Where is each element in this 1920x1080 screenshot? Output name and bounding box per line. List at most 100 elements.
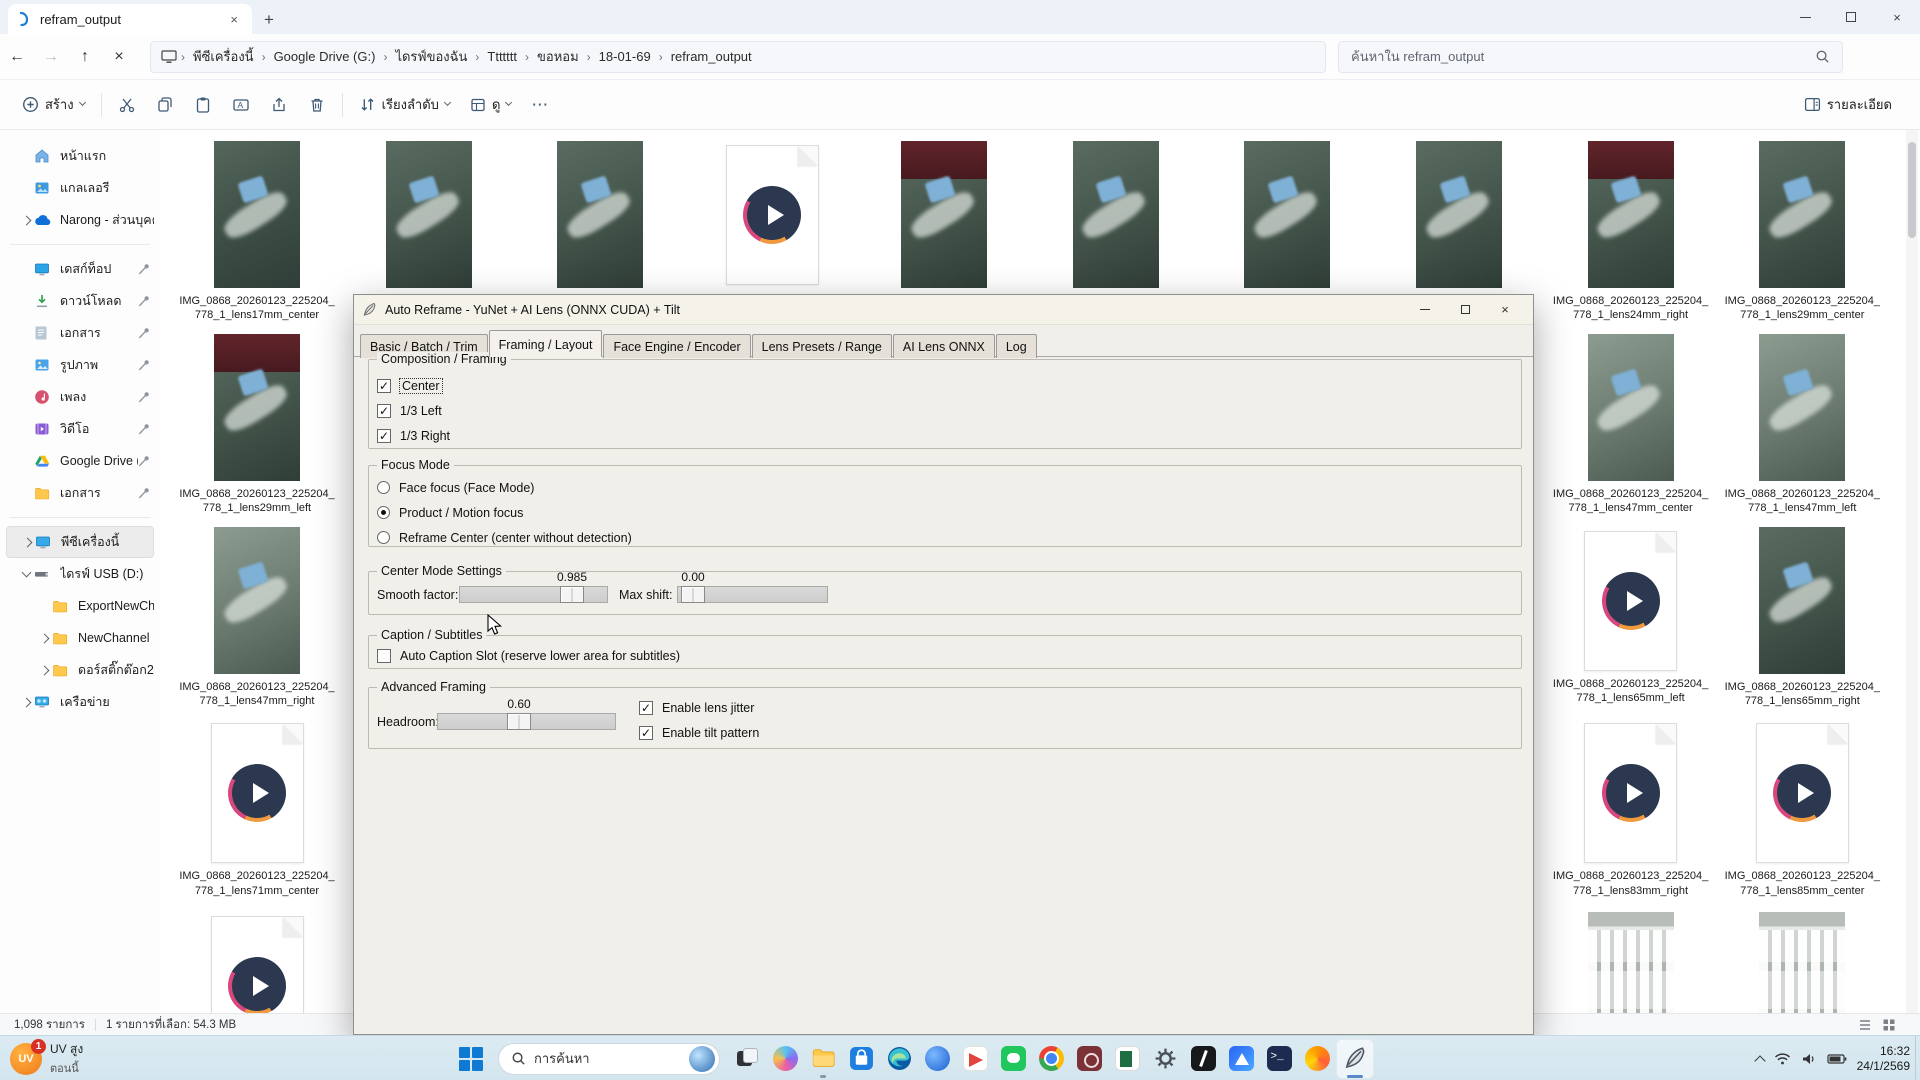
focus-product-row[interactable]: Product / Motion focus: [369, 500, 1521, 525]
advanced-enable-lens-jitter-row[interactable]: ✓Enable lens jitter: [631, 695, 759, 720]
file-item[interactable]: IMG_0868_20260123_225204_778_1_lens65mm_…: [1718, 527, 1886, 709]
file-item[interactable]: IMG_0868_20260123_225204_778_1_lens47mm_…: [1547, 334, 1715, 516]
file-item[interactable]: IMG_0868_20260123_225204_778_1_lens24mm_…: [1547, 141, 1715, 323]
copy-button[interactable]: [146, 87, 184, 123]
sidebar-item-usbd[interactable]: ไดรฟ์ USB (D:): [6, 558, 154, 590]
dialog-tab-log[interactable]: Log: [996, 334, 1037, 358]
cut-button[interactable]: [108, 87, 146, 123]
chevron-right-icon[interactable]: [18, 699, 34, 706]
focus-reframe-radio[interactable]: [377, 531, 390, 544]
reframe-tool-icon[interactable]: [1336, 1039, 1374, 1079]
file-item[interactable]: IMG_0868_20260123_225204_778_1_lens29mm_…: [1718, 141, 1886, 323]
close-button[interactable]: ×: [1874, 0, 1920, 34]
smooth-factor-slider[interactable]: 0.985: [459, 586, 608, 603]
sidebar-item-[interactable]: หน้าแรก: [6, 140, 154, 172]
dialog-minimize-button[interactable]: [1405, 297, 1445, 323]
sidebar-item-[interactable]: เครือข่าย: [6, 686, 154, 718]
more-button[interactable]: ⋯: [521, 87, 558, 123]
file-item[interactable]: [1375, 141, 1543, 288]
file-item[interactable]: [173, 912, 341, 1013]
thumbnail-view-icon[interactable]: [1882, 1018, 1896, 1032]
focus-product-radio[interactable]: [377, 506, 390, 519]
breadcrumb-item[interactable]: 18-01-69: [595, 49, 655, 64]
minimize-button[interactable]: [1782, 0, 1828, 34]
slider-thumb[interactable]: [560, 586, 584, 603]
wifi-icon[interactable]: [1774, 1052, 1791, 1066]
dialog-tab-face-engine-encoder[interactable]: Face Engine / Encoder: [603, 334, 750, 358]
dialog-close-button[interactable]: ×: [1485, 297, 1525, 323]
composition-1-3-left-checkbox[interactable]: ✓: [377, 404, 391, 418]
sidebar-item-newchannel[interactable]: NewChannel: [6, 622, 154, 654]
search-box[interactable]: ค้นหาใน refram_output: [1338, 41, 1843, 73]
slider-thumb[interactable]: [681, 586, 705, 603]
edge-browser-icon[interactable]: [880, 1039, 918, 1079]
dialog-tab-ai-lens-onnx[interactable]: AI Lens ONNX: [893, 334, 995, 358]
file-item[interactable]: IMG_0868_20260123_225204_778_1_lens17mm_…: [173, 141, 341, 323]
sort-button[interactable]: เรียงลำดับ: [349, 87, 460, 123]
chevron-right-icon[interactable]: [36, 635, 52, 642]
dialog-titlebar[interactable]: Auto Reframe - YuNet + AI Lens (ONNX CUD…: [354, 295, 1533, 325]
chevron-right-icon[interactable]: [18, 217, 34, 224]
microsoft-store-icon[interactable]: [842, 1039, 880, 1079]
taskbar-search[interactable]: การค้นหา: [498, 1043, 720, 1075]
paste-button[interactable]: [184, 87, 222, 123]
tray-clock[interactable]: 16:32 24/1/2569: [1857, 1044, 1910, 1074]
breadcrumb[interactable]: › พีซีเครื่องนี้›Google Drive (G:)›ไดรฟ์…: [150, 41, 1326, 73]
auto-caption-row[interactable]: Auto Caption Slot (reserve lower area fo…: [369, 643, 1521, 668]
max-shift-slider[interactable]: 0.00: [677, 586, 828, 603]
sidebar-item-exportnewchanel[interactable]: ExportNewChanel: [6, 590, 154, 622]
breadcrumb-item[interactable]: ไดรฟ์ของฉัน: [391, 46, 471, 67]
vertical-scrollbar[interactable]: [1906, 130, 1918, 1013]
explorer-tab[interactable]: refram_output ×: [8, 4, 252, 34]
teams-icon[interactable]: [918, 1039, 956, 1079]
photos-app-icon[interactable]: [956, 1039, 994, 1079]
ai-app-icon[interactable]: [1222, 1039, 1260, 1079]
slider-thumb[interactable]: [507, 713, 531, 730]
composition-1-3-left-row[interactable]: ✓1/3 Left: [369, 398, 1521, 423]
dialog-tab-lens-presets-range[interactable]: Lens Presets / Range: [752, 334, 892, 358]
list-view-icon[interactable]: [1858, 1018, 1872, 1032]
file-item[interactable]: [1718, 912, 1886, 1013]
new-button[interactable]: สร้าง: [12, 87, 95, 123]
file-item[interactable]: IMG_0868_20260123_225204_778_1_lens47mm_…: [173, 527, 341, 709]
editor-app-icon[interactable]: [1184, 1039, 1222, 1079]
scrollbar-thumb[interactable]: [1908, 142, 1916, 238]
terminal-app-icon[interactable]: [1260, 1039, 1298, 1079]
task-view-icon[interactable]: [728, 1039, 766, 1079]
chevron-right-icon[interactable]: [19, 539, 35, 546]
battery-icon[interactable]: [1827, 1053, 1847, 1065]
file-item[interactable]: IMG_0868_20260123_225204_778_1_lens83mm_…: [1547, 719, 1715, 898]
details-button[interactable]: รายละเอียด: [1794, 87, 1902, 123]
settings-icon[interactable]: [1146, 1039, 1184, 1079]
rename-button[interactable]: A: [222, 87, 260, 123]
sidebar-item-[interactable]: เอกสาร: [6, 477, 154, 509]
sidebar-item-narong[interactable]: Narong - ส่วนบุคคล: [6, 204, 154, 236]
file-item[interactable]: IMG_0868_20260123_225204_778_1_lens71mm_…: [173, 719, 341, 898]
share-button[interactable]: [260, 87, 298, 123]
composition-center-checkbox[interactable]: ✓: [377, 379, 391, 393]
file-explorer-icon[interactable]: [804, 1039, 842, 1079]
file-item[interactable]: IMG_0868_20260123_225204_778_1_lens29mm_…: [173, 334, 341, 516]
breadcrumb-item[interactable]: พีซีเครื่องนี้: [189, 46, 258, 67]
start-button[interactable]: [452, 1039, 490, 1079]
file-item[interactable]: [688, 141, 856, 285]
sidebar-item-[interactable]: พีซีเครื่องนี้: [6, 526, 154, 558]
sidebar-item-[interactable]: ดาวน์โหลด: [6, 285, 154, 317]
video-app-icon[interactable]: [1070, 1039, 1108, 1079]
composition-1-3-right-row[interactable]: ✓1/3 Right: [369, 423, 1521, 448]
chevron-down-icon[interactable]: [18, 573, 34, 576]
chevron-right-icon[interactable]: [36, 667, 52, 674]
copilot-icon[interactable]: [766, 1039, 804, 1079]
chrome-browser-icon[interactable]: [1032, 1039, 1070, 1079]
browser-app-icon[interactable]: [1298, 1039, 1336, 1079]
focus-face-radio[interactable]: [377, 481, 390, 494]
taskbar-weather-widget[interactable]: UV 1 UV สูง ตอนนี้: [10, 1040, 83, 1077]
advanced-enable-lens-jitter-checkbox[interactable]: ✓: [639, 701, 653, 715]
breadcrumb-item[interactable]: Google Drive (G:): [270, 49, 380, 64]
file-item[interactable]: IMG_0868_20260123_225204_778_1_lens47mm_…: [1718, 334, 1886, 516]
file-item[interactable]: [345, 141, 513, 288]
spreadsheet-app-icon[interactable]: [1108, 1039, 1146, 1079]
breadcrumb-item[interactable]: Ttttttt: [483, 49, 521, 64]
line-app-icon[interactable]: [994, 1039, 1032, 1079]
maximize-button[interactable]: [1828, 0, 1874, 34]
